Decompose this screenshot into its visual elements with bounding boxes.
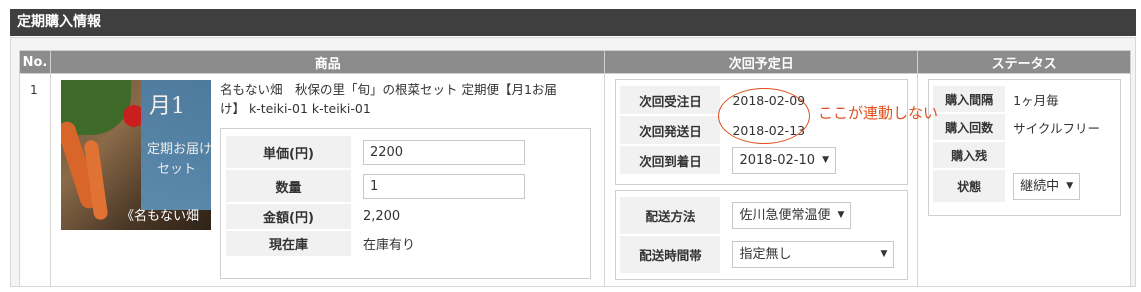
ship-date-label: 次回発送日 — [620, 116, 721, 144]
delivery-box: 配送方法 佐川急便常温便 ▼ 配送時間帯 指定無し ▼ — [615, 190, 909, 280]
quantity-input[interactable] — [362, 173, 525, 199]
section-title: 定期購入情報 — [10, 9, 1136, 36]
header-product: 商品 — [49, 50, 606, 74]
header-status: ステータス — [917, 50, 1131, 74]
interval-label: 購入間隔 — [933, 86, 1006, 112]
state-label: 状態 — [933, 170, 1006, 202]
stock-label: 現在庫 — [225, 231, 351, 256]
remaining-value — [1005, 142, 1116, 168]
chevron-down-icon: ▼ — [1066, 180, 1074, 191]
subscription-table: No. 商品 次回予定日 ステータス 1 月1 定期お届け セット 《名もない畑… — [19, 50, 1131, 287]
annotation-text: ここが連動しない — [818, 104, 939, 122]
subscription-panel: No. 商品 次回予定日 ステータス 1 月1 定期お届け セット 《名もない畑… — [10, 37, 1136, 287]
product-image-text-2: 定期お届け — [146, 142, 211, 157]
purchase-count-value: サイクルフリー — [1013, 120, 1101, 136]
state-value: 継続中 — [1020, 178, 1060, 194]
product-image-text-1: 月1 — [148, 94, 185, 119]
product-image-text-3: セット — [156, 162, 196, 177]
unit-price-label: 単価(円) — [225, 136, 351, 168]
row-number-cell: 1 — [19, 73, 51, 287]
status-cell: 購入間隔 1ヶ月毎 購入回数 サイクルフリー 購入残 状態 継続中 ▼ — [917, 73, 1131, 287]
header-next-date: 次回予定日 — [604, 50, 919, 74]
next-date-box: 次回受注日 2018-02-09 次回発送日 2018-02-13 次回到着日 — [615, 79, 909, 185]
delivery-method-label: 配送方法 — [620, 197, 721, 234]
delivery-method-value: 佐川急便常温便 — [739, 208, 831, 223]
header-no: No. — [19, 50, 51, 74]
status-box: 購入間隔 1ヶ月毎 購入回数 サイクルフリー 購入残 状態 継続中 ▼ — [928, 79, 1122, 216]
product-image[interactable]: 月1 定期お届け セット 《名もない畑 — [60, 80, 211, 230]
amount-label: 金額(円) — [225, 204, 351, 229]
interval-value: 1ヶ月毎 — [1013, 92, 1059, 108]
delivery-time-select[interactable]: 指定無し ▼ — [732, 241, 895, 268]
purchase-count-label: 購入回数 — [933, 114, 1006, 140]
unit-price-input[interactable] — [362, 139, 525, 165]
arrival-date-value: 2018-02-10 — [739, 152, 816, 168]
amount-value: 2,200 — [362, 209, 401, 224]
table-row: 1 月1 定期お届け セット 《名もない畑 名もない畑 秋保の里「旬」の根菜セッ… — [19, 73, 1131, 287]
delivery-time-value: 指定無し — [739, 247, 792, 262]
remaining-label: 購入残 — [933, 142, 1006, 168]
arrival-date-label: 次回到着日 — [620, 146, 721, 174]
arrival-date-select[interactable]: 2018-02-10 ▼ — [732, 146, 837, 174]
quantity-label: 数量 — [225, 170, 351, 202]
chevron-down-icon: ▼ — [837, 210, 845, 220]
delivery-method-select[interactable]: 佐川急便常温便 ▼ — [732, 202, 852, 229]
chevron-down-icon: ▼ — [822, 154, 830, 165]
chevron-down-icon: ▼ — [880, 249, 888, 259]
product-cell: 月1 定期お届け セット 《名もない畑 名もない畑 秋保の里「旬」の根菜セット … — [49, 73, 606, 287]
order-date-label: 次回受注日 — [620, 86, 721, 114]
state-select[interactable]: 継続中 ▼ — [1013, 172, 1081, 200]
delivery-time-label: 配送時間帯 — [620, 236, 721, 273]
product-detail-box: 単価(円) 数量 金額(円) 2,200 — [219, 128, 591, 279]
product-image-text-4: 《名もない畑 — [120, 209, 199, 224]
stock-value: 在庫有り — [362, 238, 415, 253]
table-header-row: No. 商品 次回予定日 ステータス — [19, 50, 1131, 74]
row-number: 1 — [30, 83, 38, 97]
product-name: 名もない畑 秋保の里「旬」の根菜セット 定期便【月1お届け】 k-teiki-0… — [219, 82, 557, 116]
